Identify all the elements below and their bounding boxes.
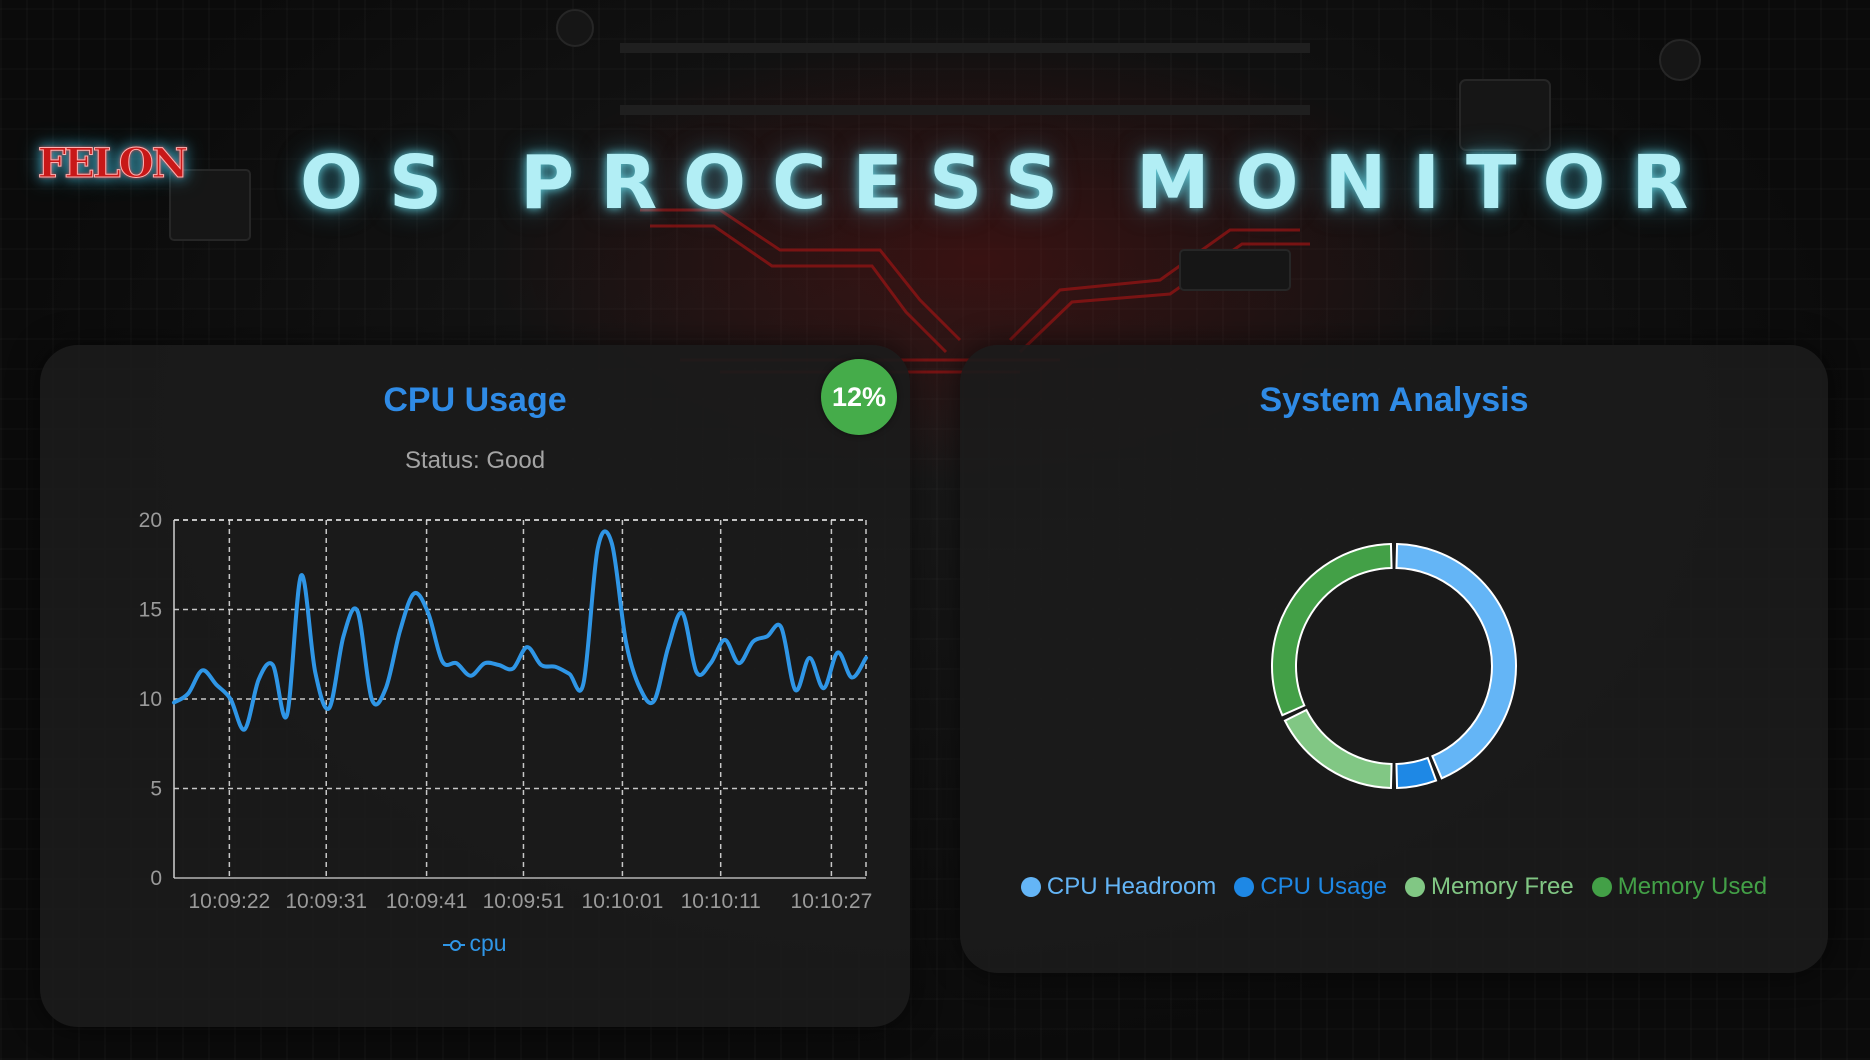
donut-slice-cpu-usage (1395, 756, 1438, 789)
x-tick-label: 10:09:51 (483, 890, 565, 913)
page-title: OS PROCESS MONITOR (300, 140, 1715, 226)
cpu-usage-panel: CPU Usage Status: Good 12% 0 5 10 15 20 10:09… (40, 345, 910, 1027)
cpu-series-line (172, 529, 868, 732)
cpu-chart-legend[interactable]: cpu (40, 930, 910, 957)
cpu-usage-dot-icon (1234, 877, 1255, 897)
cpu-line-chart: 0 5 10 15 20 10:09:22 10:09:31 10:09:41 10:09:51… (139, 509, 873, 913)
legend-label-memory-used: Memory Used (1617, 873, 1768, 900)
legend-label-cpu-headroom: CPU Headroom (1046, 873, 1217, 900)
legend-label-cpu-usage: CPU Usage (1260, 873, 1388, 900)
legend-label-cpu: cpu (469, 930, 507, 956)
donut-legend: CPU Headroom CPU Usage Memory Free Memor… (960, 873, 1828, 901)
y-tick-label: 0 (150, 867, 162, 890)
x-tick-label: 10:09:41 (386, 890, 468, 913)
x-tick-label: 10:10:11 (681, 890, 761, 913)
y-tick-label: 20 (139, 509, 162, 532)
x-tick-label: 10:09:22 (188, 890, 270, 913)
memory-free-dot-icon (1405, 877, 1426, 897)
memory-used-dot-icon (1591, 877, 1612, 897)
legend-label-memory-free: Memory Free (1431, 873, 1574, 900)
legend-item-cpu-usage[interactable]: CPU Usage (1234, 873, 1387, 901)
x-tick-label: 10:10:27 (791, 890, 873, 913)
legend-item-memory-free[interactable]: Memory Free (1405, 873, 1574, 901)
legend-item-cpu-headroom[interactable]: CPU Headroom (1020, 873, 1217, 901)
x-tick-label: 10:10:01 (582, 890, 664, 913)
system-analysis-panel: System Analysis CPU Headroom CPU Usage M… (960, 345, 1828, 973)
felon-logo: FELON (37, 139, 188, 187)
y-tick-label: 15 (139, 599, 162, 622)
legend-line-marker-icon (443, 939, 466, 951)
donut-slice-cpu-headroom (1395, 543, 1517, 780)
donut-slice-memory-used (1271, 543, 1393, 717)
y-tick-label: 5 (150, 778, 162, 801)
cpu-headroom-dot-icon (1020, 877, 1041, 897)
legend-item-memory-used[interactable]: Memory Used (1591, 873, 1768, 901)
system-donut-chart (1271, 543, 1517, 789)
x-tick-label: 10:09:31 (285, 890, 367, 913)
donut-slice-memory-free (1283, 708, 1393, 789)
y-tick-label: 10 (139, 688, 162, 711)
